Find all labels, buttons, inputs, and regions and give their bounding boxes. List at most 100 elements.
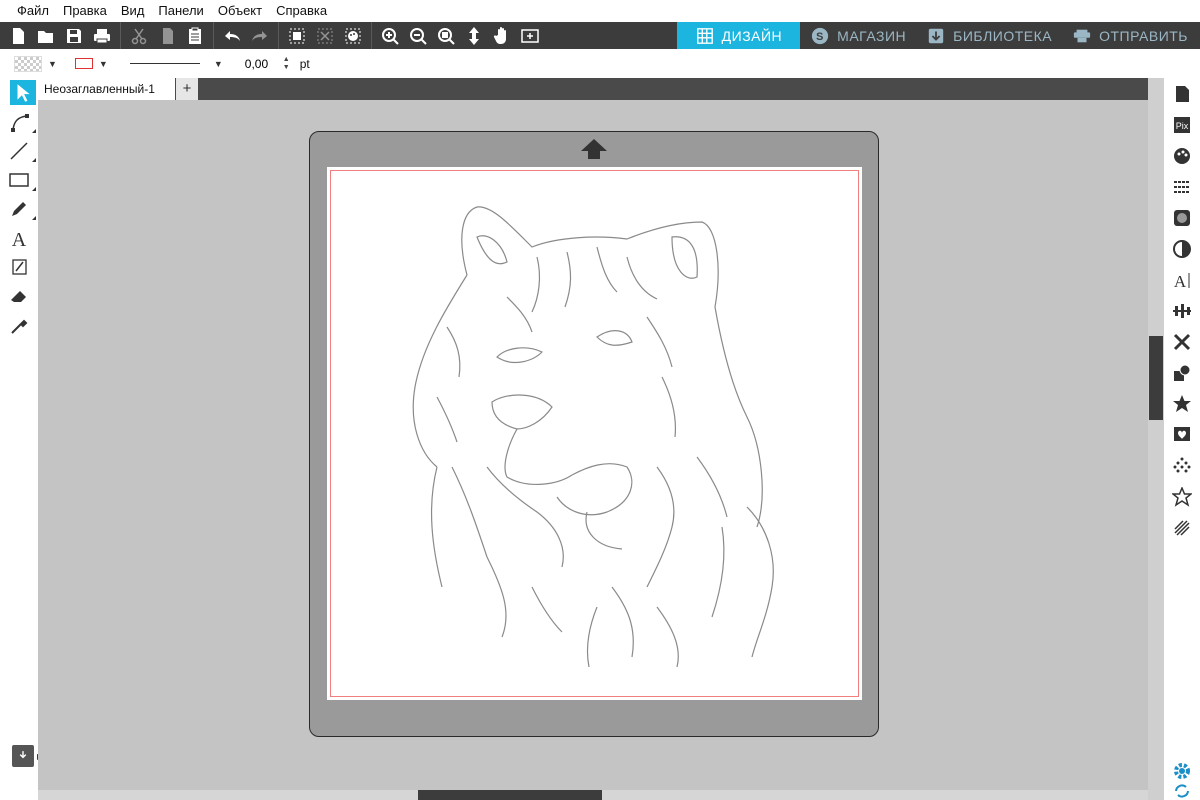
menu-edit[interactable]: Правка	[56, 0, 114, 22]
line-width-input[interactable]	[244, 53, 281, 74]
menu-view[interactable]: Вид	[114, 0, 152, 22]
history-group	[214, 22, 279, 49]
tab-send-label: ОТПРАВИТЬ	[1099, 27, 1188, 44]
document-tab[interactable]: Неозаглавленный-1	[38, 78, 175, 100]
file-group	[0, 22, 121, 49]
save-icon[interactable]	[60, 22, 88, 49]
modify-icon[interactable]	[1164, 357, 1200, 388]
document-tab-bar: Неозаглавленный-1 +	[38, 78, 1148, 100]
vertical-scroll-thumb[interactable]	[1149, 336, 1163, 420]
drag-icon[interactable]	[460, 22, 488, 49]
design-page[interactable]	[327, 167, 862, 700]
group-icon[interactable]	[283, 22, 311, 49]
menu-bar: Файл Правка Вид Панели Объект Справка	[0, 0, 1200, 22]
line-width-stepper[interactable]: ▲ ▼	[283, 56, 290, 72]
emboss-icon[interactable]	[1164, 512, 1200, 543]
knife-icon[interactable]	[0, 252, 38, 281]
menu-panels[interactable]: Панели	[151, 0, 210, 22]
view-group	[372, 22, 548, 49]
group-group	[279, 22, 372, 49]
open-icon[interactable]	[32, 22, 60, 49]
pattern-icon[interactable]	[1164, 202, 1200, 233]
trace-icon[interactable]	[1164, 233, 1200, 264]
pan-icon[interactable]	[488, 22, 516, 49]
sync-icon[interactable]	[1164, 782, 1200, 800]
horizontal-scroll-thumb[interactable]	[418, 790, 602, 800]
align-icon[interactable]	[1164, 295, 1200, 326]
tab-library[interactable]: БИБЛИОТЕКА	[916, 22, 1062, 49]
tab-store-label: МАГАЗИН	[837, 27, 907, 44]
rectangle-icon[interactable]	[0, 165, 38, 194]
zoom-select-icon[interactable]	[432, 22, 460, 49]
svg-text:A: A	[12, 229, 27, 249]
cutter-icon	[1072, 26, 1092, 46]
line-color-dropdown-icon[interactable]: ▼	[99, 59, 108, 69]
clipboard-group	[121, 22, 214, 49]
ungroup-icon[interactable]	[311, 22, 339, 49]
select-icon[interactable]	[10, 80, 36, 105]
text-style-icon[interactable]: A	[1164, 264, 1200, 295]
trace-panel-icon[interactable]	[1164, 419, 1200, 450]
cut-icon[interactable]	[125, 22, 153, 49]
edit-points-icon[interactable]	[0, 107, 38, 136]
pencil-icon[interactable]	[0, 194, 38, 223]
text-icon[interactable]: A	[0, 223, 38, 252]
line-color-swatch[interactable]	[74, 58, 93, 69]
vertical-scrollbar[interactable]	[1148, 78, 1164, 800]
menu-help[interactable]: Справка	[269, 0, 334, 22]
svg-text:Pix: Pix	[1176, 121, 1189, 131]
menu-object[interactable]: Объект	[211, 0, 269, 22]
svg-text:A: A	[1174, 272, 1187, 290]
offset-icon[interactable]	[1164, 388, 1200, 419]
fill-swatch[interactable]	[14, 55, 42, 72]
main-toolbar: ДИЗАЙН S МАГАЗИН БИБЛИОТЕКА ОТПРАВИТЬ	[0, 22, 1200, 49]
cutting-mat[interactable]	[309, 131, 879, 737]
download-library-icon	[12, 745, 34, 767]
left-toolbox: A ▶	[0, 78, 46, 800]
add-tab-button[interactable]: +	[176, 78, 198, 100]
line-width-unit: pt	[299, 56, 310, 71]
eyedropper-icon[interactable]	[0, 310, 38, 339]
rhinestone-icon[interactable]	[1164, 450, 1200, 481]
page-setup-icon[interactable]	[1164, 78, 1200, 109]
bottom-right-controls	[1164, 760, 1200, 800]
tiger-artwork[interactable]	[327, 167, 862, 700]
workspace-tabs: ДИЗАЙН S МАГАЗИН БИБЛИОТЕКА ОТПРАВИТЬ	[676, 22, 1200, 49]
fill-color-icon[interactable]	[339, 22, 367, 49]
undo-icon[interactable]	[218, 22, 246, 49]
replicate-icon[interactable]	[1164, 326, 1200, 357]
copy-icon[interactable]	[153, 22, 181, 49]
property-bar: ▼ ▼ ▼ ▲▼ pt	[0, 49, 1200, 78]
right-panel-bar: Pix A	[1164, 78, 1200, 800]
print-icon[interactable]	[88, 22, 116, 49]
sketch-icon[interactable]	[1164, 481, 1200, 512]
zoom-in-icon[interactable]	[376, 22, 404, 49]
redo-icon[interactable]	[246, 22, 274, 49]
paste-icon[interactable]	[181, 22, 209, 49]
settings-icon[interactable]	[1164, 760, 1200, 782]
design-canvas[interactable]	[38, 100, 1148, 790]
library-icon	[926, 26, 946, 46]
eraser-icon[interactable]	[0, 281, 38, 310]
grid-icon	[695, 26, 715, 46]
pixscan-icon[interactable]: Pix	[1164, 109, 1200, 140]
menu-file[interactable]: Файл	[10, 0, 56, 22]
fit-page-icon[interactable]	[516, 22, 544, 49]
line-style-dropdown-icon[interactable]: ▼	[214, 59, 223, 69]
tab-design-label: ДИЗАЙН	[721, 27, 783, 44]
tab-send[interactable]: ОТПРАВИТЬ	[1062, 22, 1200, 49]
fill-dropdown-icon[interactable]: ▼	[48, 59, 57, 69]
feed-direction-icon	[581, 139, 607, 159]
tab-design[interactable]: ДИЗАЙН	[676, 22, 801, 49]
fill-panel-icon[interactable]	[1164, 140, 1200, 171]
tab-store[interactable]: S МАГАЗИН	[800, 22, 916, 49]
line-style-sample[interactable]	[129, 63, 200, 64]
horizontal-scrollbar[interactable]	[38, 790, 1148, 800]
zoom-out-icon[interactable]	[404, 22, 432, 49]
tab-library-label: БИБЛИОТЕКА	[953, 27, 1053, 44]
new-icon[interactable]	[4, 22, 32, 49]
line-icon[interactable]	[0, 136, 38, 165]
svg-text:S: S	[816, 31, 824, 43]
store-icon: S	[810, 26, 830, 46]
line-style-icon[interactable]	[1164, 171, 1200, 202]
